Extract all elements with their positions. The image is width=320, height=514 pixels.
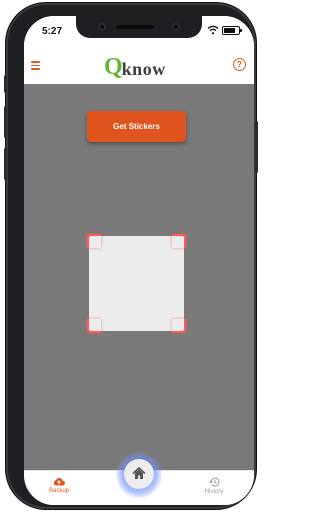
status-bar: 5:27 bbox=[24, 16, 254, 44]
wifi-icon bbox=[207, 25, 219, 35]
qr-scan-frame bbox=[87, 234, 186, 333]
battery-level bbox=[224, 27, 235, 33]
hamburger-menu-icon[interactable] bbox=[31, 61, 40, 70]
nav-backup[interactable]: Backup bbox=[39, 477, 79, 494]
home-icon bbox=[132, 467, 146, 479]
status-time: 5:27 bbox=[42, 26, 63, 37]
scan-corner-top-left bbox=[87, 234, 101, 248]
cloud-upload-icon bbox=[53, 478, 65, 486]
battery-icon bbox=[222, 25, 242, 35]
home-button[interactable] bbox=[124, 459, 154, 489]
nav-history[interactable]: History bbox=[194, 477, 234, 495]
power-button bbox=[255, 121, 258, 173]
front-camera bbox=[172, 23, 180, 31]
qknow-logo: Q know bbox=[104, 54, 166, 80]
app-header: Q know ? bbox=[24, 44, 254, 85]
scan-corner-bottom-left bbox=[87, 319, 101, 333]
mute-switch bbox=[4, 75, 7, 93]
phone-screen: 5:27 Q know ? Get Stickers Backup Histor… bbox=[24, 16, 254, 505]
nav-backup-label: Backup bbox=[48, 488, 69, 494]
scan-corner-top-right bbox=[172, 234, 186, 248]
logo-mark: Q bbox=[104, 54, 123, 80]
phone-frame: 5:27 Q know ? Get Stickers Backup Histor… bbox=[4, 3, 258, 509]
volume-up-button bbox=[4, 106, 7, 138]
camera-viewfinder: Get Stickers bbox=[24, 84, 254, 483]
question-circle-icon[interactable]: ? bbox=[233, 58, 246, 71]
volume-down-button bbox=[4, 148, 7, 180]
scan-corner-bottom-right bbox=[172, 319, 186, 333]
logo-text: know bbox=[121, 59, 166, 79]
earpiece-speaker bbox=[116, 25, 154, 29]
scan-target-box bbox=[89, 236, 184, 331]
system-icons bbox=[207, 25, 242, 35]
sensor-dot bbox=[98, 23, 106, 31]
notch bbox=[76, 16, 202, 38]
history-icon bbox=[208, 477, 219, 487]
nav-history-label: History bbox=[204, 489, 224, 495]
get-stickers-button[interactable]: Get Stickers bbox=[87, 111, 186, 142]
